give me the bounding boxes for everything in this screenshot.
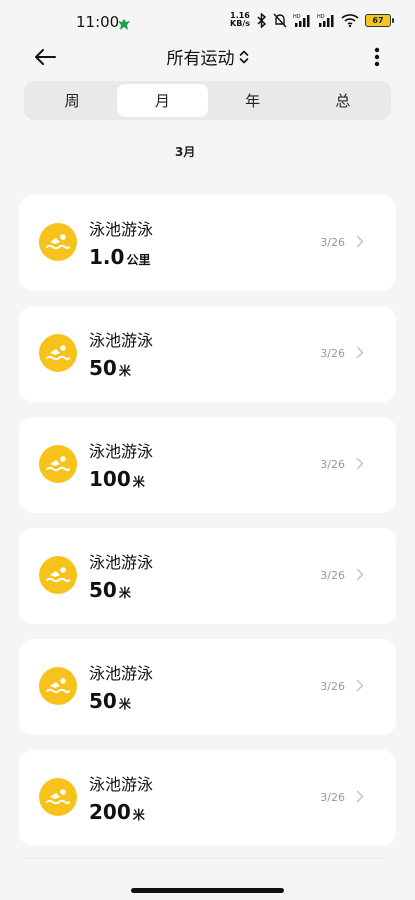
battery-level: 67	[372, 15, 384, 25]
swimming-icon	[39, 556, 77, 594]
swimming-icon	[39, 445, 77, 483]
chevron-right-icon	[356, 457, 364, 470]
activity-date: 3/26	[320, 791, 345, 804]
tab-year[interactable]: 年	[208, 84, 298, 117]
activity-card[interactable]: 泳池游泳 50 米 3/26	[19, 639, 396, 735]
period-tabs: 周 月 年 总	[24, 81, 391, 120]
distance-value: 1.0	[89, 245, 125, 269]
tab-week[interactable]: 周	[27, 84, 117, 117]
app-bar: 所有运动	[0, 36, 415, 76]
activity-distance: 200 米	[89, 800, 145, 824]
activity-distance: 50 米	[89, 689, 131, 713]
activity-date: 3/26	[320, 569, 345, 582]
activity-name: 泳池游泳	[89, 331, 154, 350]
distance-unit: 米	[118, 586, 131, 600]
activity-name: 泳池游泳	[89, 442, 154, 461]
distance-value: 50	[89, 689, 117, 713]
activity-name: 泳池游泳	[89, 664, 154, 683]
next-card-edge	[26, 857, 386, 859]
signal-icon: HD	[293, 14, 310, 27]
month-header: 3月	[175, 145, 196, 159]
mute-bell-icon	[273, 13, 287, 27]
page-title: 所有运动	[166, 49, 235, 69]
more-options-button[interactable]	[367, 42, 387, 72]
app-notification-icon	[118, 15, 130, 34]
distance-value: 100	[89, 467, 131, 491]
distance-unit: 米	[132, 808, 145, 822]
tab-month[interactable]: 月	[117, 84, 208, 117]
status-time: 11:00	[76, 13, 120, 31]
battery-icon: 67	[365, 13, 394, 27]
svg-text:HD: HD	[293, 14, 301, 20]
distance-unit: 米	[118, 364, 131, 378]
signal-icon-2: HD	[317, 14, 334, 27]
chevron-right-icon	[356, 679, 364, 692]
activity-card[interactable]: 泳池游泳 200 米 3/26	[19, 750, 396, 846]
up-down-chevron-icon	[239, 50, 248, 63]
activity-name: 泳池游泳	[89, 775, 154, 794]
activity-name: 泳池游泳	[89, 553, 154, 572]
activity-card[interactable]: 泳池游泳 100 米 3/26	[19, 417, 396, 513]
activity-distance: 50 米	[89, 578, 131, 602]
wifi-icon	[341, 14, 359, 27]
bluetooth-icon	[257, 12, 267, 28]
activity-distance: 50 米	[89, 356, 131, 380]
activity-date: 3/26	[320, 347, 345, 360]
distance-unit: 米	[132, 475, 145, 489]
distance-value: 50	[89, 578, 117, 602]
activity-list: 泳池游泳 1.0 公里 3/26 泳池游泳 50 米 3/26 泳池游泳 100…	[19, 195, 396, 861]
activity-date: 3/26	[320, 236, 345, 249]
more-vertical-icon	[374, 47, 380, 67]
swimming-icon	[39, 334, 77, 372]
distance-unit: 公里	[126, 253, 151, 267]
activity-distance: 100 米	[89, 467, 145, 491]
distance-value: 50	[89, 356, 117, 380]
activity-distance: 1.0 公里	[89, 245, 150, 269]
svg-text:HD: HD	[317, 14, 325, 20]
distance-unit: 米	[118, 697, 131, 711]
tab-total[interactable]: 总	[298, 84, 388, 117]
net-speed-unit: KB/s	[230, 19, 250, 28]
net-speed: 1.16 KB/s	[230, 12, 250, 28]
chevron-right-icon	[356, 235, 364, 248]
chevron-right-icon	[356, 346, 364, 359]
distance-value: 200	[89, 800, 131, 824]
status-icons: 1.16 KB/s HD HD 67	[230, 12, 394, 28]
swimming-icon	[39, 778, 77, 816]
activity-date: 3/26	[320, 458, 345, 471]
activity-date: 3/26	[320, 680, 345, 693]
chevron-right-icon	[356, 568, 364, 581]
swimming-icon	[39, 223, 77, 261]
home-indicator[interactable]	[131, 888, 284, 893]
activity-name: 泳池游泳	[89, 220, 154, 239]
activity-card[interactable]: 泳池游泳 1.0 公里 3/26	[19, 195, 396, 291]
swimming-icon	[39, 667, 77, 705]
chevron-right-icon	[356, 790, 364, 803]
sport-filter-dropdown[interactable]: 所有运动	[0, 44, 415, 69]
activity-card[interactable]: 泳池游泳 50 米 3/26	[19, 528, 396, 624]
activity-card[interactable]: 泳池游泳 50 米 3/26	[19, 306, 396, 402]
